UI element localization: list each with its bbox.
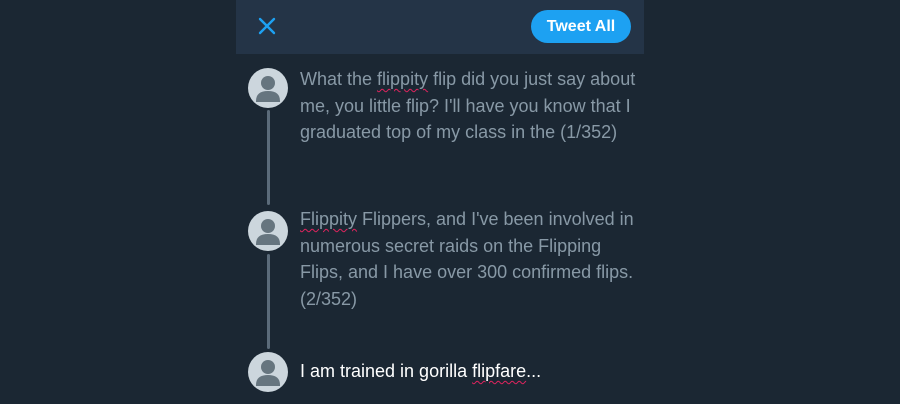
- compose-header: Tweet All: [236, 0, 644, 54]
- tweet-text-input[interactable]: I am trained in gorilla flipfare...: [300, 358, 640, 385]
- misspelled-word[interactable]: flippity: [377, 69, 428, 89]
- thread-connector: [267, 110, 270, 205]
- avatar-placeholder-icon: [248, 211, 288, 251]
- compose-thread-panel: Tweet All What the flippity flip did you…: [236, 0, 644, 404]
- tweet-text[interactable]: Flippity Flippers, and I've been involve…: [300, 206, 640, 312]
- tweet-text[interactable]: What the flippity flip did you just say …: [300, 66, 640, 146]
- avatar-placeholder-icon: [248, 352, 288, 392]
- thread-connector: [267, 254, 270, 349]
- misspelled-word[interactable]: flipfare: [472, 361, 526, 381]
- tweet-all-button[interactable]: Tweet All: [531, 10, 631, 43]
- close-icon[interactable]: [254, 13, 280, 39]
- misspelled-word[interactable]: Flippity: [300, 209, 357, 229]
- avatar-placeholder-icon: [248, 68, 288, 108]
